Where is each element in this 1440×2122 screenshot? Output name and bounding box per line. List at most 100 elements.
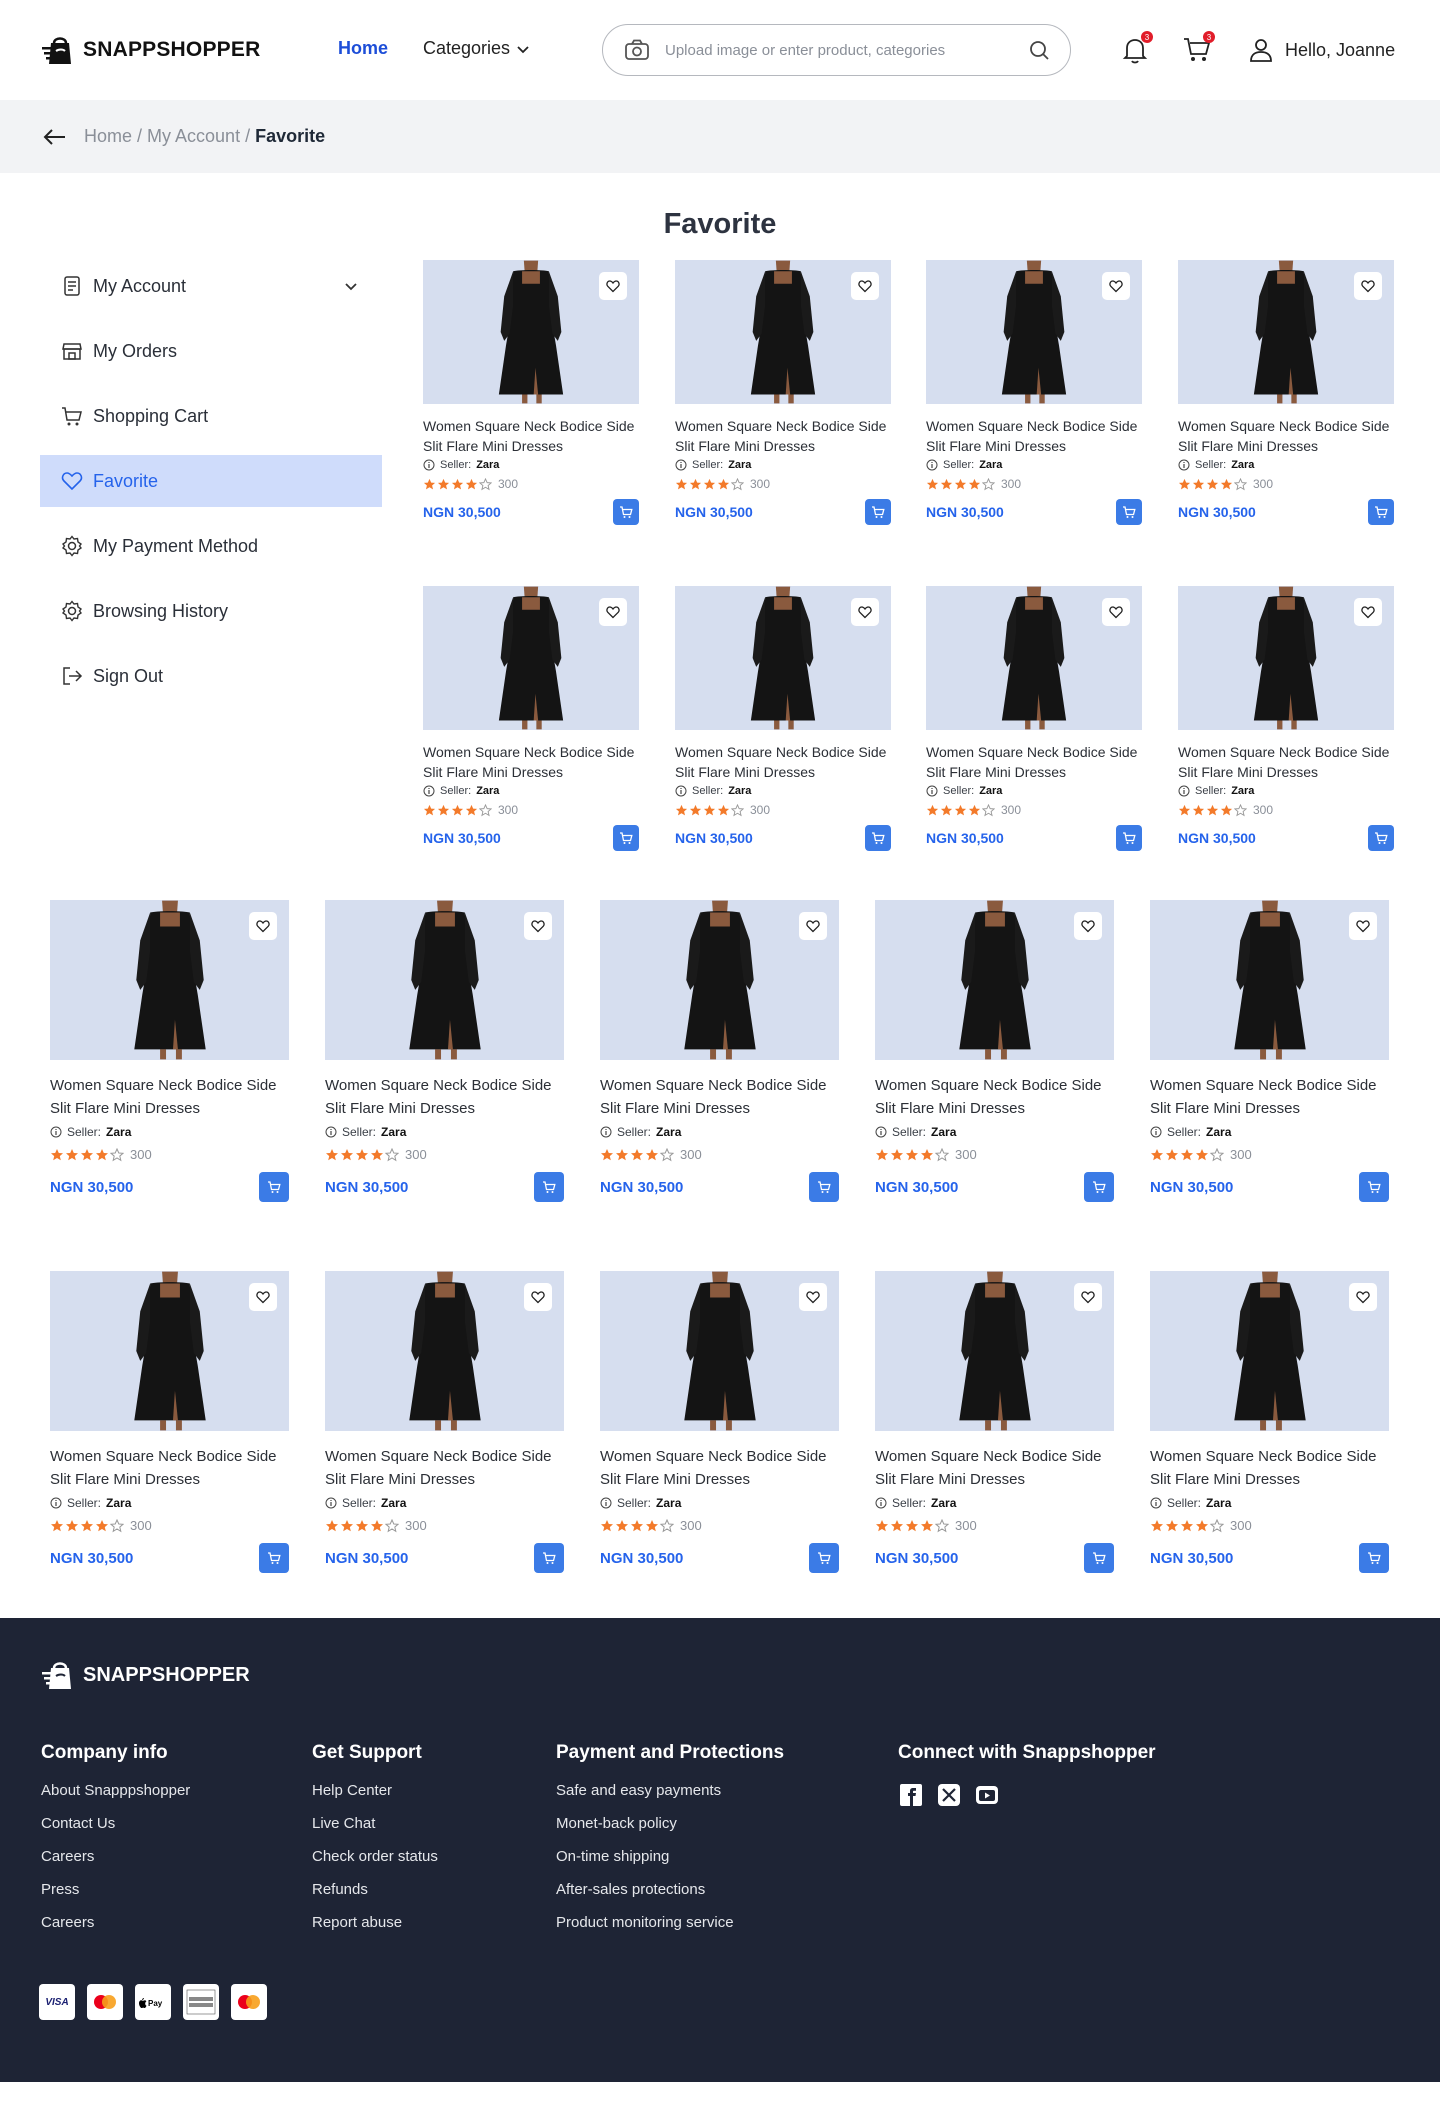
add-to-cart-button[interactable] [809,1543,839,1573]
product-image[interactable] [1150,1271,1389,1431]
footer-link[interactable]: Contact Us [41,1815,190,1834]
sidebar-item-my-orders[interactable]: My Orders [40,325,382,377]
favorite-toggle-button[interactable] [1349,912,1377,940]
notifications-button[interactable]: 3 [1119,31,1153,66]
product-card[interactable]: Women Square Neck Bodice Side Slit Flare… [926,586,1142,851]
product-image[interactable] [926,260,1142,404]
product-card[interactable]: Women Square Neck Bodice Side Slit Flare… [675,260,891,525]
add-to-cart-button[interactable] [534,1172,564,1202]
product-card[interactable]: Women Square Neck Bodice Side Slit Flare… [1178,260,1394,525]
product-name[interactable]: Women Square Neck Bodice Side Slit Flare… [926,742,1142,782]
favorite-toggle-button[interactable] [599,272,627,300]
add-to-cart-button[interactable] [1084,1172,1114,1202]
footer-link[interactable]: Safe and easy payments [556,1782,784,1801]
product-image[interactable] [423,586,639,730]
breadcrumb-account[interactable]: My Account [147,126,240,146]
favorite-toggle-button[interactable] [249,1283,277,1311]
add-to-cart-button[interactable] [1359,1172,1389,1202]
add-to-cart-button[interactable] [809,1172,839,1202]
footer-link[interactable]: Live Chat [312,1815,438,1834]
footer-link[interactable]: Report abuse [312,1914,438,1933]
product-name[interactable]: Women Square Neck Bodice Side Slit Flare… [1178,416,1394,456]
footer-link[interactable]: Careers [41,1848,190,1867]
favorite-toggle-button[interactable] [1354,598,1382,626]
product-image[interactable] [926,586,1142,730]
x-twitter-icon[interactable] [936,1782,962,1808]
product-card[interactable]: Women Square Neck Bodice Side Slit Flare… [325,900,564,1202]
product-name[interactable]: Women Square Neck Bodice Side Slit Flare… [600,1074,839,1120]
product-image[interactable] [1178,260,1394,404]
favorite-toggle-button[interactable] [599,598,627,626]
footer-logo[interactable]: SNAPPSHOPPER [41,1658,250,1692]
footer-link[interactable]: Refunds [312,1881,438,1900]
product-name[interactable]: Women Square Neck Bodice Side Slit Flare… [50,1445,289,1491]
product-name[interactable]: Women Square Neck Bodice Side Slit Flare… [1178,742,1394,782]
product-image[interactable] [325,900,564,1060]
favorite-toggle-button[interactable] [1074,1283,1102,1311]
facebook-icon[interactable] [898,1782,924,1808]
product-card[interactable]: Women Square Neck Bodice Side Slit Flare… [675,586,891,851]
footer-link[interactable]: Careers [41,1914,190,1933]
favorite-toggle-button[interactable] [799,1283,827,1311]
product-name[interactable]: Women Square Neck Bodice Side Slit Flare… [675,742,891,782]
product-card[interactable]: Women Square Neck Bodice Side Slit Flare… [50,1271,289,1573]
product-card[interactable]: Women Square Neck Bodice Side Slit Flare… [600,900,839,1202]
product-card[interactable]: Women Square Neck Bodice Side Slit Flare… [926,260,1142,525]
favorite-toggle-button[interactable] [851,272,879,300]
product-card[interactable]: Women Square Neck Bodice Side Slit Flare… [423,260,639,525]
add-to-cart-button[interactable] [1368,499,1394,525]
favorite-toggle-button[interactable] [1074,912,1102,940]
product-name[interactable]: Women Square Neck Bodice Side Slit Flare… [875,1445,1114,1491]
footer-link[interactable]: Check order status [312,1848,438,1867]
cart-button[interactable]: 3 [1181,31,1215,66]
product-image[interactable] [423,260,639,404]
favorite-toggle-button[interactable] [1354,272,1382,300]
add-to-cart-button[interactable] [613,825,639,851]
product-name[interactable]: Women Square Neck Bodice Side Slit Flare… [875,1074,1114,1120]
sidebar-item-my-account[interactable]: My Account [40,260,382,312]
add-to-cart-button[interactable] [1359,1543,1389,1573]
favorite-toggle-button[interactable] [1102,598,1130,626]
back-arrow-icon[interactable] [41,123,69,151]
favorite-toggle-button[interactable] [1349,1283,1377,1311]
product-name[interactable]: Women Square Neck Bodice Side Slit Flare… [325,1445,564,1491]
product-card[interactable]: Women Square Neck Bodice Side Slit Flare… [50,900,289,1202]
sidebar-item-shopping-cart[interactable]: Shopping Cart [40,390,382,442]
search-icon[interactable] [1028,39,1050,61]
favorite-toggle-button[interactable] [524,1283,552,1311]
youtube-icon[interactable] [974,1782,1000,1808]
product-image[interactable] [875,900,1114,1060]
product-image[interactable] [325,1271,564,1431]
product-name[interactable]: Women Square Neck Bodice Side Slit Flare… [50,1074,289,1120]
footer-link[interactable]: Monet-back policy [556,1815,784,1834]
product-name[interactable]: Women Square Neck Bodice Side Slit Flare… [325,1074,564,1120]
product-card[interactable]: Women Square Neck Bodice Side Slit Flare… [325,1271,564,1573]
product-name[interactable]: Women Square Neck Bodice Side Slit Flare… [423,742,639,782]
product-image[interactable] [875,1271,1114,1431]
product-card[interactable]: Women Square Neck Bodice Side Slit Flare… [875,900,1114,1202]
product-image[interactable] [600,1271,839,1431]
product-image[interactable] [50,1271,289,1431]
product-card[interactable]: Women Square Neck Bodice Side Slit Flare… [423,586,639,851]
favorite-toggle-button[interactable] [851,598,879,626]
user-menu[interactable]: Hello, Joanne [1247,36,1395,64]
breadcrumb-home[interactable]: Home [84,126,132,146]
product-image[interactable] [675,260,891,404]
product-card[interactable]: Women Square Neck Bodice Side Slit Flare… [1150,900,1389,1202]
product-image[interactable] [50,900,289,1060]
sidebar-item-sign-out[interactable]: Sign Out [40,650,382,702]
product-image[interactable] [1150,900,1389,1060]
favorite-toggle-button[interactable] [524,912,552,940]
add-to-cart-button[interactable] [534,1543,564,1573]
product-image[interactable] [675,586,891,730]
footer-link[interactable]: About Snapppshopper [41,1782,190,1801]
product-card[interactable]: Women Square Neck Bodice Side Slit Flare… [600,1271,839,1573]
sidebar-item-favorite[interactable]: Favorite [40,455,382,507]
sidebar-item-payment-method[interactable]: My Payment Method [40,520,382,572]
footer-link[interactable]: On-time shipping [556,1848,784,1867]
product-name[interactable]: Women Square Neck Bodice Side Slit Flare… [1150,1074,1389,1120]
add-to-cart-button[interactable] [1084,1543,1114,1573]
camera-icon[interactable] [623,36,651,64]
product-image[interactable] [600,900,839,1060]
product-card[interactable]: Women Square Neck Bodice Side Slit Flare… [1150,1271,1389,1573]
